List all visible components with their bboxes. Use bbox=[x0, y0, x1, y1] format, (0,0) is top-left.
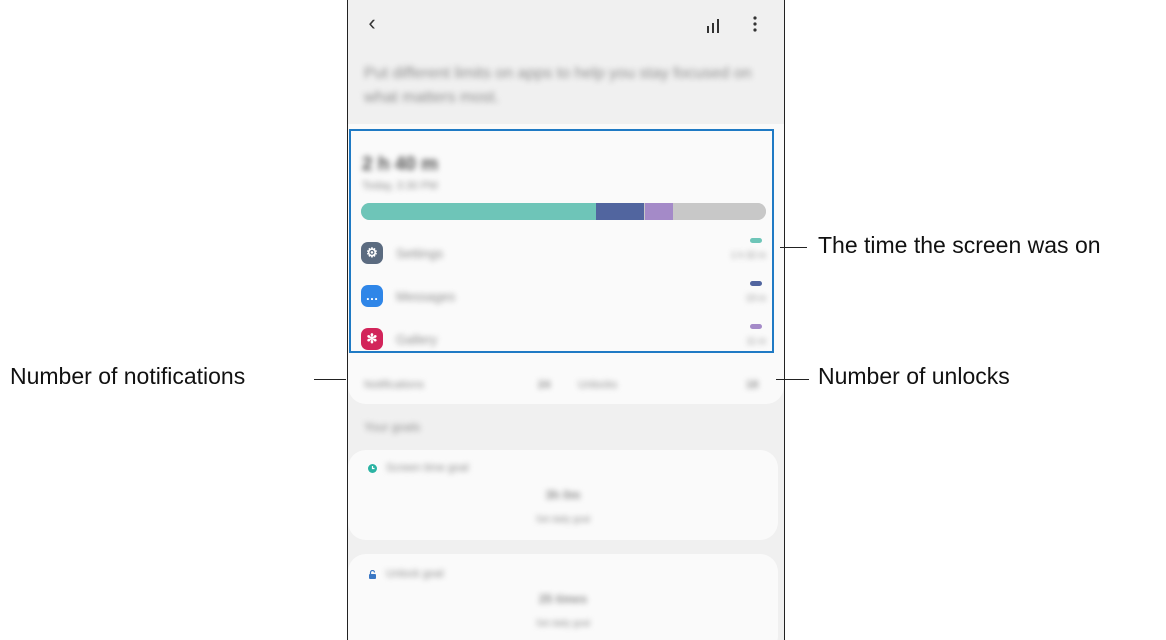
goal-title: Screen time goal bbox=[386, 462, 469, 474]
goal-subtitle: Set daily goal bbox=[535, 618, 591, 628]
intro-text: Put different limits on apps to help you… bbox=[364, 65, 752, 106]
notifications-leader-line bbox=[314, 379, 346, 380]
goal-value: 25 times bbox=[538, 592, 588, 606]
counts-row: Notifications 24 Unlocks 18 bbox=[348, 369, 784, 404]
more-vert-icon[interactable] bbox=[750, 15, 760, 33]
screen-time-highlight-box bbox=[349, 129, 774, 353]
notifications-count: 24 bbox=[538, 379, 551, 391]
goal-value: 3h 0m bbox=[545, 488, 581, 502]
phone-screen: ‹ Put different limits on apps to help y… bbox=[347, 0, 785, 640]
unlocks-label: Unlocks bbox=[578, 379, 618, 391]
notifications-callout: Number of notifications bbox=[10, 363, 246, 389]
goal-subtitle: Set daily goal bbox=[535, 514, 591, 524]
unlocks-callout: Number of unlocks bbox=[818, 363, 1010, 389]
notifications-label: Notifications bbox=[364, 379, 424, 391]
lock-icon bbox=[369, 570, 376, 579]
goal-title: Unlock goal bbox=[386, 568, 444, 580]
screen-time-callout: The time the screen was on bbox=[818, 232, 1101, 258]
unlocks-leader-line bbox=[776, 379, 809, 380]
clock-icon bbox=[368, 464, 377, 473]
screen-time-goal-card[interactable]: Screen time goal 3h 0m Set daily goal bbox=[348, 450, 778, 540]
back-arrow-icon[interactable]: ‹ bbox=[362, 12, 382, 34]
bar-chart-icon[interactable] bbox=[706, 17, 724, 33]
screen-time-leader-line bbox=[780, 247, 807, 248]
section-title: Your goals bbox=[364, 420, 421, 434]
app-bar: ‹ bbox=[348, 0, 784, 48]
unlocks-count: 18 bbox=[746, 379, 759, 391]
unlock-goal-card[interactable]: Unlock goal 25 times Set daily goal bbox=[348, 554, 778, 640]
